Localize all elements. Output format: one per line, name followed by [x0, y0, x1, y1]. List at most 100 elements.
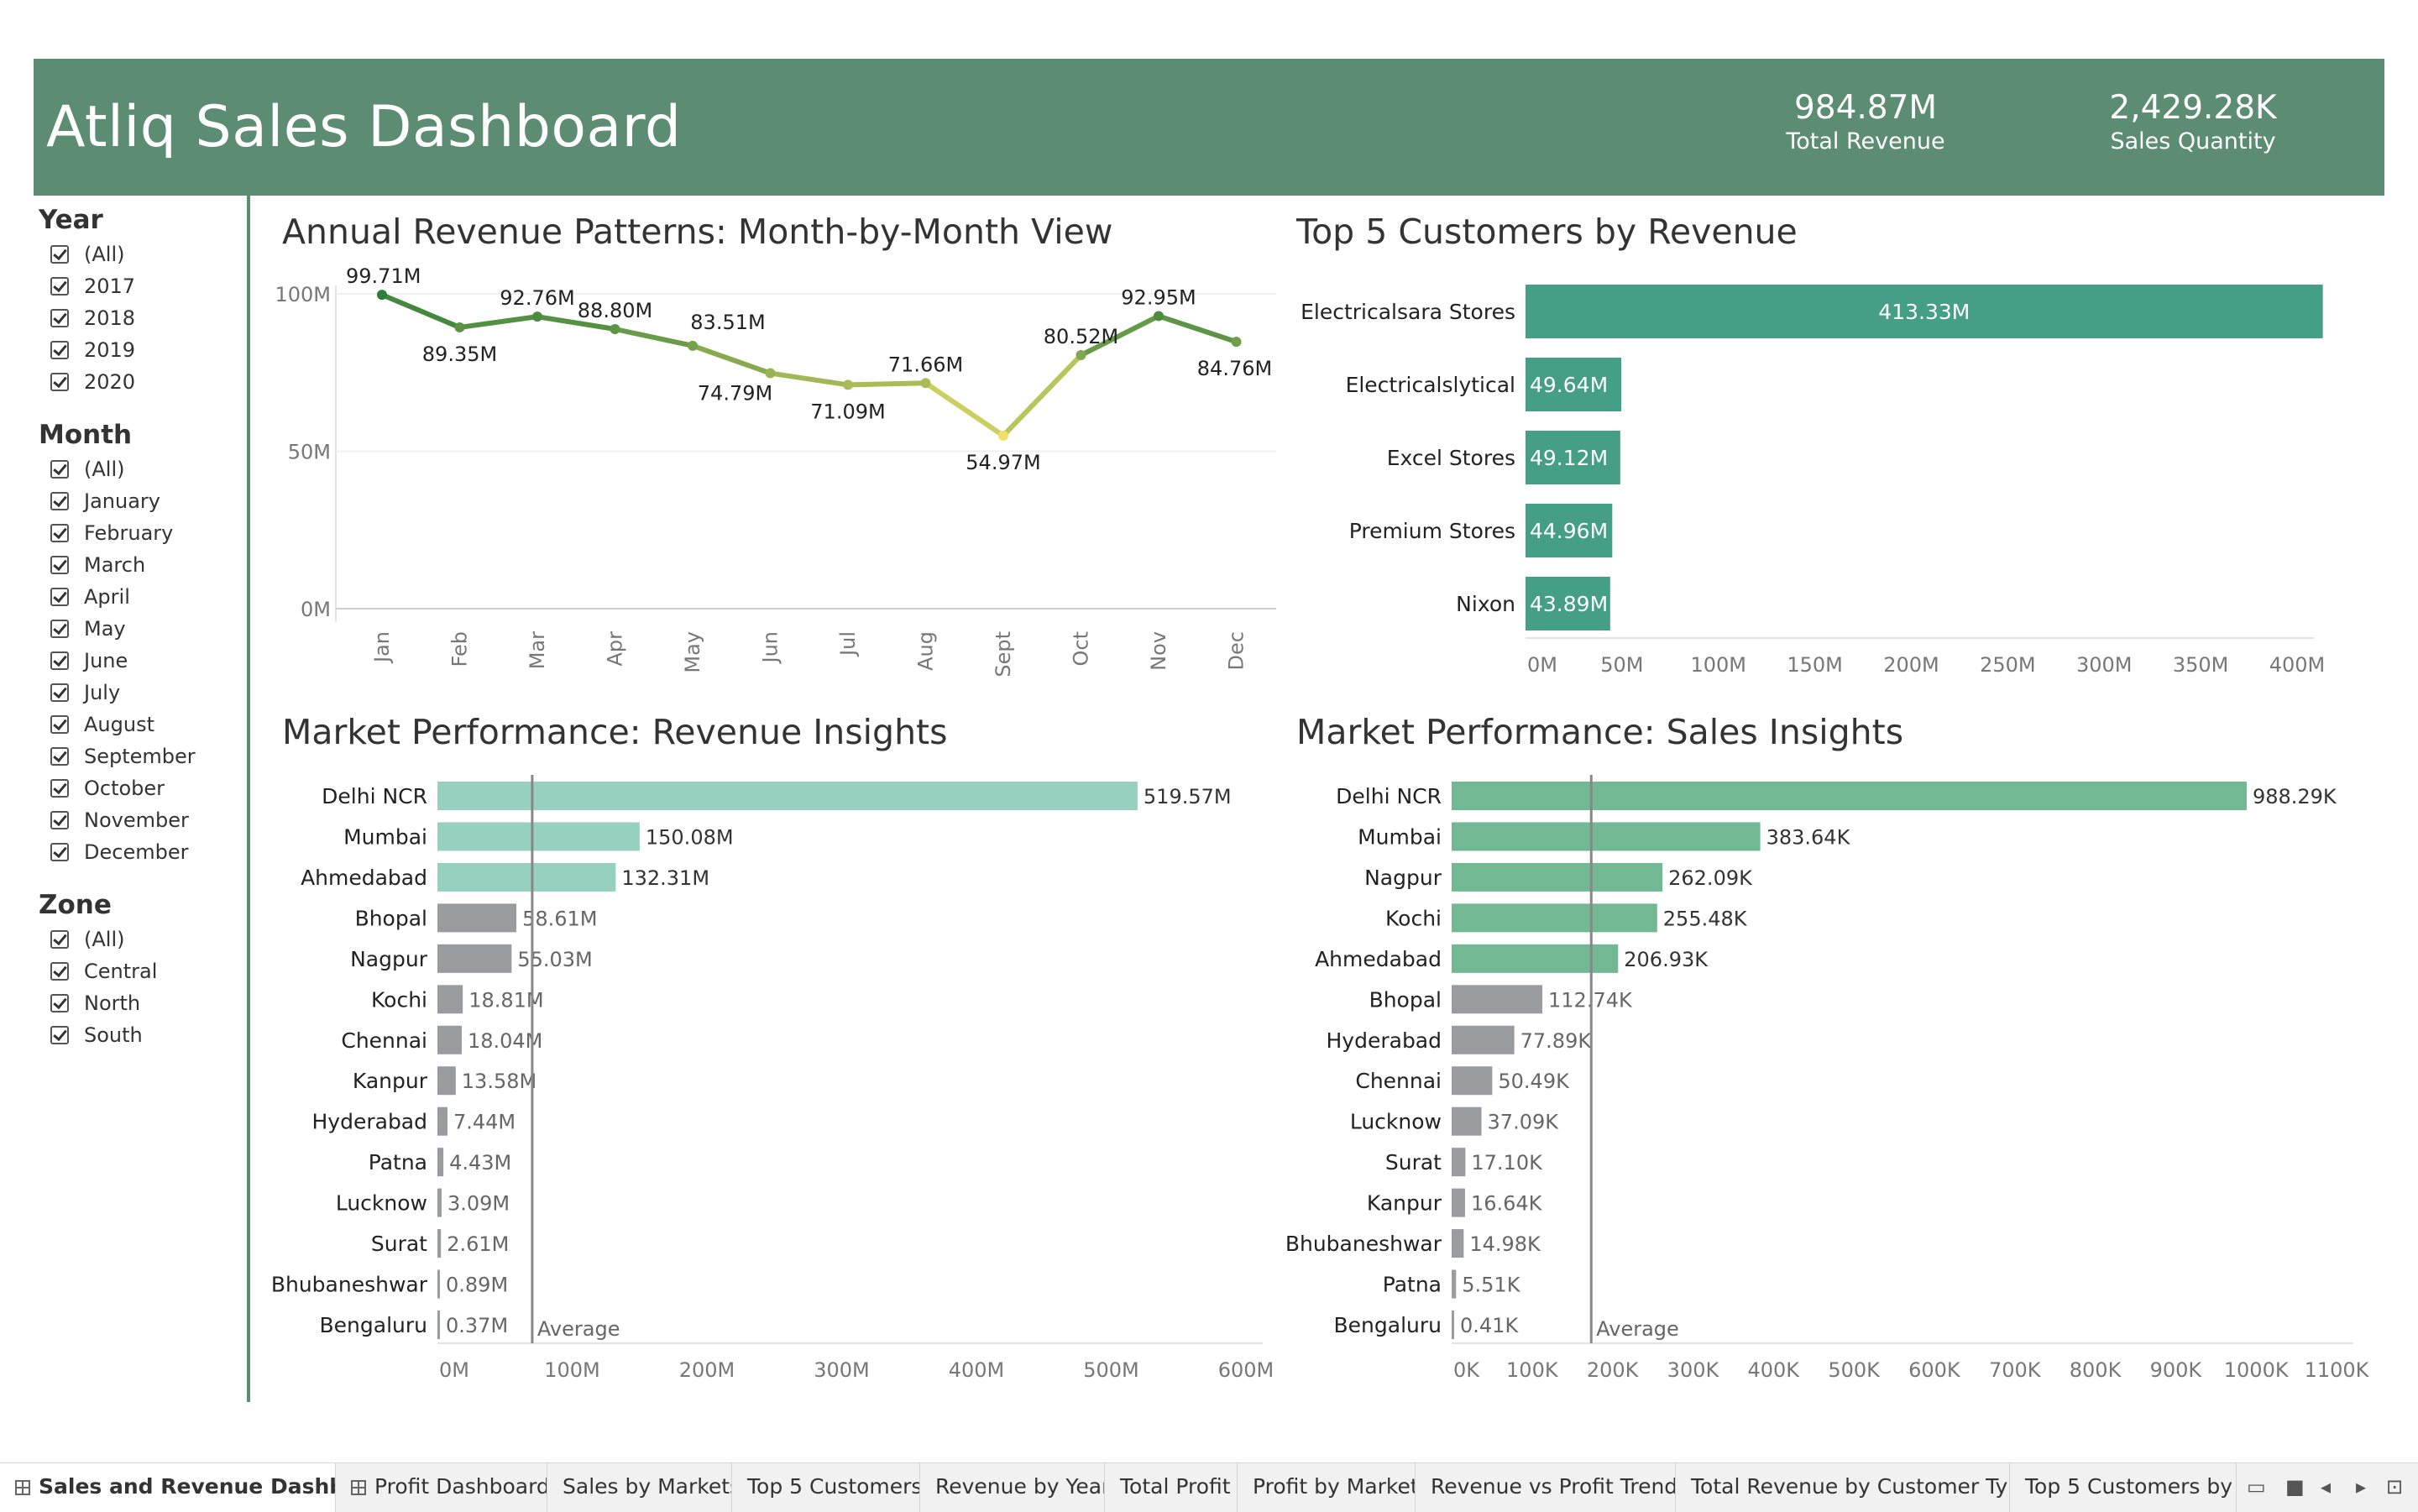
sheet-tab[interactable]: Total Profit: [1105, 1463, 1238, 1512]
x-tick-label: Nov: [1147, 631, 1170, 671]
sheet-tab[interactable]: Top 5 Customers: [732, 1463, 920, 1512]
x-tick-label: 350M: [2173, 653, 2229, 677]
x-tick-label: May: [681, 631, 704, 673]
monthly-revenue-line-chart: 0M 50M 100M 99.71M Jan 89.35M Feb 92.76M Mar 88.8…: [271, 264, 2370, 1382]
category-label: Electricalsara Stores: [1301, 300, 1515, 324]
bar-value-label: 44.96M: [1530, 519, 1608, 543]
category-label: Chennai: [1355, 1069, 1442, 1093]
sheet-tab[interactable]: Profit by Markets: [1238, 1463, 1416, 1512]
x-tick-label: 200M: [1883, 653, 1939, 677]
category-label: Surat: [1385, 1150, 1442, 1175]
sheet-tab-label: Total Profit: [1120, 1474, 1231, 1499]
bar-value-label: 49.12M: [1530, 446, 1608, 470]
category-label: Hyderabad: [312, 1110, 428, 1134]
sheet-tab-label: Sales by Markets: [563, 1474, 732, 1499]
x-tick-label: 1100K: [2305, 1358, 2370, 1382]
category-label: Chennai: [341, 1028, 427, 1053]
data-label: 92.95M: [1121, 285, 1196, 309]
bar-value-label: 5.51K: [1462, 1274, 1520, 1297]
bar-value-label: 7.44M: [453, 1111, 516, 1134]
bar-value-label: 0.41K: [1460, 1314, 1519, 1337]
series-line-segment: [1001, 353, 1084, 438]
y-tick-label: 100M: [275, 283, 331, 306]
data-point: [998, 430, 1008, 441]
category-label: Bhubaneshwar: [1285, 1232, 1442, 1256]
series-line-segment: [612, 327, 695, 348]
bar-value-label: 17.10K: [1471, 1151, 1543, 1175]
category-label: Patna: [1383, 1273, 1442, 1297]
bar-value-label: 55.03M: [517, 948, 592, 971]
next-sheet-icon[interactable]: ▸: [2356, 1475, 2366, 1499]
sheet-tab-label: Top 5 Customers: [747, 1474, 920, 1499]
bar: [437, 1269, 440, 1299]
category-label: Bengaluru: [1334, 1313, 1442, 1337]
category-label: Lucknow: [336, 1191, 427, 1216]
bar-value-label: 49.64M: [1530, 373, 1608, 397]
bar-value-label: 58.61M: [522, 907, 597, 930]
sheet-tab[interactable]: Revenue vs Profit Trend: [1416, 1463, 1676, 1512]
bar: [437, 1107, 447, 1136]
series-line-segment: [379, 292, 463, 330]
category-label: Surat: [371, 1232, 427, 1256]
data-point: [1076, 350, 1086, 361]
category-label: Ahmedabad: [1315, 947, 1442, 971]
data-point: [1154, 311, 1164, 322]
bar-value-label: 4.43M: [449, 1151, 511, 1175]
x-tick-label: 400K: [1747, 1358, 1800, 1382]
category-label: Bengaluru: [320, 1313, 427, 1337]
bar-value-label: 150.08M: [646, 825, 734, 849]
bar: [437, 1311, 440, 1339]
sheet-tab-label: Total Revenue by Customer Type: [1691, 1474, 2010, 1499]
filmstrip-view-icon[interactable]: ▭: [2247, 1475, 2266, 1499]
presentation-mode-icon[interactable]: ⊡: [2386, 1475, 2403, 1499]
x-tick-label: 150M: [1787, 653, 1843, 677]
dashboard-grid-icon: [15, 1480, 30, 1495]
bar: [1452, 822, 1761, 851]
bar-value-label: 132.31M: [621, 866, 709, 890]
x-tick-label: 0M: [439, 1358, 469, 1382]
sheet-tab[interactable]: Revenue by Year: [920, 1463, 1105, 1512]
data-label: 83.51M: [690, 311, 765, 334]
x-tick-label: 50M: [1600, 653, 1643, 677]
x-tick-label: Mar: [526, 631, 549, 669]
sheet-tab[interactable]: Sales and Revenue Dashbo...: [0, 1463, 336, 1512]
series-line-segment: [845, 380, 929, 388]
x-tick-label: Aug: [914, 631, 938, 671]
data-point: [688, 340, 698, 351]
data-point: [843, 379, 853, 390]
bar: [437, 822, 640, 851]
bar: [1452, 862, 1663, 892]
series-line-segment: [923, 380, 1006, 438]
data-label: 88.80M: [578, 299, 652, 322]
data-label: 54.97M: [966, 451, 1040, 474]
bar-value-label: 3.09M: [447, 1192, 510, 1216]
category-label: Nixon: [1456, 592, 1515, 616]
bar-value-label: 14.98K: [1469, 1232, 1541, 1256]
category-label: Kochi: [1385, 906, 1442, 930]
x-tick-label: Jan: [370, 631, 394, 664]
x-tick-label: Sept: [992, 631, 1015, 678]
data-point: [377, 290, 387, 301]
sheet-tab-label: Revenue vs Profit Trend: [1431, 1474, 1676, 1499]
bar: [1452, 1188, 1465, 1217]
sheet-tab[interactable]: Total Revenue by Customer Type: [1676, 1463, 2010, 1512]
x-tick-label: Feb: [448, 631, 472, 667]
x-tick-label: 0K: [1453, 1358, 1480, 1382]
sheet-tab[interactable]: Profit Dashboard: [336, 1463, 547, 1512]
bar: [437, 944, 512, 973]
sheet-tab-label: Profit Dashboard: [374, 1474, 547, 1499]
series-line-segment: [690, 343, 773, 376]
bar: [1452, 1269, 1457, 1299]
x-tick-label: 600K: [1908, 1358, 1961, 1382]
bar: [1452, 903, 1657, 933]
sheet-tab[interactable]: Top 5 Customers by: [2010, 1463, 2237, 1512]
sheet-view-icon[interactable]: ■: [2285, 1475, 2305, 1499]
bar: [437, 903, 517, 933]
bar: [437, 782, 1138, 810]
sheet-tab[interactable]: Sales by Markets: [547, 1463, 732, 1512]
category-label: Premium Stores: [1349, 519, 1515, 543]
bar-value-label: 255.48K: [1663, 907, 1748, 930]
x-tick-label: 0M: [1527, 653, 1557, 677]
category-label: Delhi NCR: [1336, 784, 1442, 808]
previous-sheet-icon[interactable]: ◂: [2321, 1475, 2331, 1499]
